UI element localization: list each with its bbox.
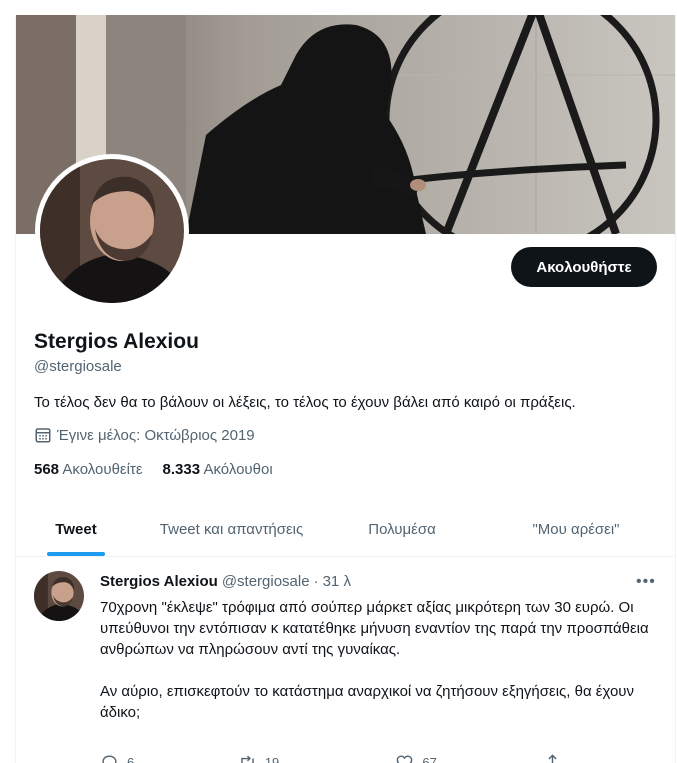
- like-button[interactable]: 67: [395, 753, 543, 763]
- avatar[interactable]: [40, 159, 184, 303]
- like-count: 67: [422, 755, 437, 763]
- tweet-paragraph: 70χρονη "έκλεψε" τρόφιμα από σούπερ μάρκ…: [100, 599, 649, 658]
- tweet-separator: ·: [313, 573, 319, 590]
- tweet-text: 70χρονη "έκλεψε" τρόφιμα από σούπερ μάρκ…: [100, 597, 660, 723]
- tab-likes[interactable]: "Μου αρέσει": [477, 503, 675, 556]
- share-icon: [548, 754, 557, 763]
- avatar-image: [40, 159, 184, 303]
- profile-handle: @stergiosale: [34, 358, 122, 375]
- tweet-paragraph: Αν αύριο, επισκεφτούν το κατάστημα αναρχ…: [100, 683, 634, 721]
- tweet-header: Stergios Alexiou @stergiosale · 31 λ: [100, 573, 351, 590]
- following-label: Ακολουθείτε: [62, 461, 143, 478]
- profile-bio: Το τέλος δεν θα το βάλουν οι λέξεις, το …: [34, 394, 576, 411]
- tweet-time[interactable]: 31 λ: [323, 573, 351, 590]
- heart-icon: [397, 755, 413, 763]
- profile-name: Stergios Alexiou: [34, 330, 199, 353]
- followers-label: Ακόλουθοι: [203, 461, 273, 478]
- reply-button[interactable]: 6: [100, 753, 238, 763]
- followers-link[interactable]: 8.333 Ακόλουθοι: [163, 461, 273, 478]
- tab-label: Tweet: [55, 521, 97, 538]
- follow-stats: 568 Ακολουθείτε 8.333 Ακόλουθοι: [34, 461, 293, 478]
- retweet-icon: [241, 755, 254, 763]
- tab-label: "Μου αρέσει": [532, 521, 620, 538]
- reply-icon: [102, 755, 117, 763]
- active-tab-indicator: [47, 552, 105, 556]
- joined-text: Έγινε μέλος: Οκτώβριος 2019: [57, 426, 255, 444]
- followers-count: 8.333: [162, 461, 201, 478]
- share-button[interactable]: [543, 753, 570, 763]
- tweet-avatar-image: [34, 571, 84, 621]
- tab-tweets-and-replies[interactable]: Tweet και απαντήσεις: [136, 503, 327, 556]
- retweet-button[interactable]: 19: [238, 753, 396, 763]
- following-count: 568: [34, 461, 60, 478]
- calendar-icon: [35, 428, 51, 443]
- tab-label: Πολυμέσα: [368, 521, 436, 538]
- tab-tweets[interactable]: Tweet: [16, 503, 136, 556]
- reply-count: 6: [127, 755, 135, 763]
- tweet-author[interactable]: Stergios Alexiou: [100, 573, 218, 590]
- tab-media[interactable]: Πολυμέσα: [327, 503, 477, 556]
- tweet-avatar[interactable]: [34, 571, 84, 621]
- profile-avatar-ring[interactable]: [35, 154, 189, 308]
- more-options-icon[interactable]: •••: [636, 573, 656, 591]
- follow-button[interactable]: Ακολουθήστε: [511, 247, 657, 287]
- profile-tabs: Tweet Tweet και απαντήσεις Πολυμέσα "Μου…: [16, 503, 675, 557]
- retweet-count: 19: [264, 755, 280, 763]
- profile-page: Ακολουθήστε Stergios Alexiou @stergiosal…: [15, 15, 676, 763]
- tweet[interactable]: Stergios Alexiou @stergiosale · 31 λ •••…: [16, 557, 675, 763]
- following-link[interactable]: 568 Ακολουθείτε: [34, 461, 143, 478]
- tab-label: Tweet και απαντήσεις: [159, 521, 304, 538]
- tweet-actions: 6 19 67: [100, 753, 570, 763]
- tweet-handle[interactable]: @stergiosale: [222, 573, 310, 590]
- joined-date: Έγινε μέλος: Οκτώβριος 2019: [34, 426, 255, 444]
